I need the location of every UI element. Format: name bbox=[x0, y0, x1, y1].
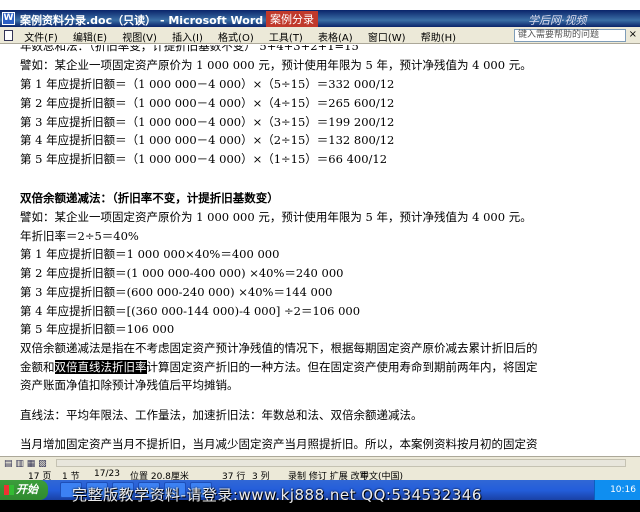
doc-line: 第 5 年应提折旧额＝106 000 bbox=[20, 322, 175, 336]
menu-help[interactable]: 帮助(H) bbox=[415, 27, 462, 44]
menu-table[interactable]: 表格(A) bbox=[312, 27, 359, 44]
menu-file[interactable]: 文件(F) bbox=[18, 27, 64, 44]
doc-line: 年数总和法：（折旧率变，计提折旧基数不变） 5+4+3+2+1=15 bbox=[20, 45, 359, 53]
menu-tools[interactable]: 工具(T) bbox=[263, 27, 309, 44]
banner-text: 完整版教学资料-请登录:www.kj888.net QQ:534532346 bbox=[72, 486, 482, 504]
doc-line-with-selection: 金额和双倍直线法折旧率计算固定资产折旧的一种方法。但在固定资产使用寿命到期前两年… bbox=[20, 360, 538, 375]
doc-line: 第 3 年应提折旧额＝（1 000 000－4 000）×（3÷15）＝199 … bbox=[20, 115, 395, 129]
status-pages: 17/23 bbox=[94, 469, 120, 479]
menu-view[interactable]: 视图(V) bbox=[116, 27, 163, 44]
doc-line: 当月增加固定资产当月不提折旧，当月减少固定资产当月照提折旧。所以，本案例资料按月… bbox=[20, 437, 538, 451]
view-mode-icons[interactable]: ▤ ▥ ▦ ▧ bbox=[4, 459, 47, 469]
doc-heading-ddb: 双倍余额递减法：（折旧率不变，计提折旧基数变） bbox=[20, 191, 279, 205]
help-search-input[interactable]: 键入需要帮助的问题 bbox=[514, 29, 626, 42]
doc-line: 第 5 年应提折旧额＝（1 000 000－4 000）×（1÷15）＝66 4… bbox=[20, 152, 388, 166]
doc-line: 第 1 年应提折旧额＝（1 000 000－4 000）×（5÷15）＝332 … bbox=[20, 77, 395, 91]
menu-bar: 文件(F) 编辑(E) 视图(V) 插入(I) 格式(O) 工具(T) 表格(A… bbox=[0, 27, 640, 44]
site-logo: 学后网·视频 bbox=[528, 14, 587, 27]
close-document-button[interactable]: × bbox=[629, 29, 637, 40]
menu-insert[interactable]: 插入(I) bbox=[166, 27, 209, 44]
menu-window[interactable]: 窗口(W) bbox=[362, 27, 412, 44]
title-bar: W 案例资料分录.doc（只读） - Microsoft Word 案例分录 学… bbox=[0, 10, 640, 27]
windows-flag-icon bbox=[4, 485, 14, 495]
doc-line: 第 4 年应提折旧额＝[(360 000-144 000)-4 000] ÷2＝… bbox=[20, 304, 361, 318]
selected-text[interactable]: 双倍直线法折旧率 bbox=[54, 360, 147, 374]
status-bar: ▤ ▥ ▦ ▧ 17 页 1 节 17/23 位置 20.8厘米 37 行 3 … bbox=[0, 456, 640, 482]
doc-line: 资产账面净值扣除预计净残值后平均摊销。 bbox=[20, 378, 239, 392]
doc-line: 双倍余额递减法是指在不考虑固定资产预计净残值的情况下，根据每期固定资产原价减去累… bbox=[20, 341, 538, 355]
window-title: 案例资料分录.doc（只读） - Microsoft Word bbox=[20, 14, 264, 27]
doc-line: 年折旧率＝2÷5＝40% bbox=[20, 229, 139, 243]
start-button[interactable]: 开始 bbox=[0, 480, 48, 500]
watermark-label: 案例分录 bbox=[266, 11, 318, 27]
tray-clock: 10:16 bbox=[610, 485, 636, 495]
doc-line: 直线法：平均年限法、工作量法，加速折旧法：年数总和法、双倍余额递减法。 bbox=[20, 408, 423, 422]
horizontal-scrollbar[interactable] bbox=[56, 459, 626, 467]
doc-line: 第 4 年应提折旧额＝（1 000 000－4 000）×（2÷15）＝132 … bbox=[20, 133, 395, 147]
doc-line: 第 1 年应提折旧额＝1 000 000×40%＝400 000 bbox=[20, 247, 280, 261]
doc-line: 第 3 年应提折旧额＝(600 000-240 000) ×40%＝144 00… bbox=[20, 285, 333, 299]
doc-line: 譬如：某企业一项固定资产原价为 1 000 000 元，预计使用年限为 5 年，… bbox=[20, 210, 532, 224]
screen: W 案例资料分录.doc（只读） - Microsoft Word 案例分录 学… bbox=[0, 0, 640, 512]
doc-line: 譬如：某企业一项固定资产原价为 1 000 000 元，预计使用年限为 5 年，… bbox=[20, 58, 532, 72]
menu-edit[interactable]: 编辑(E) bbox=[67, 27, 113, 44]
system-tray: 10:16 bbox=[594, 480, 640, 500]
document-icon[interactable] bbox=[4, 30, 13, 41]
doc-line: 第 2 年应提折旧额＝(1 000 000-400 000) ×40%＝240 … bbox=[20, 266, 344, 280]
start-label: 开始 bbox=[16, 483, 38, 496]
menu-format[interactable]: 格式(O) bbox=[212, 27, 260, 44]
doc-text: 计算固定资产折旧的一种方法。但在固定资产使用寿命到期前两年内，将固定 bbox=[146, 360, 538, 374]
word-app-icon[interactable]: W bbox=[2, 12, 15, 25]
doc-text: 金额和 bbox=[20, 360, 55, 374]
document-body[interactable]: 年数总和法：（折旧率变，计提折旧基数不变） 5+4+3+2+1=15 譬如：某企… bbox=[0, 45, 640, 456]
doc-line: 第 2 年应提折旧额＝（1 000 000－4 000）×（4÷15）＝265 … bbox=[20, 96, 395, 110]
